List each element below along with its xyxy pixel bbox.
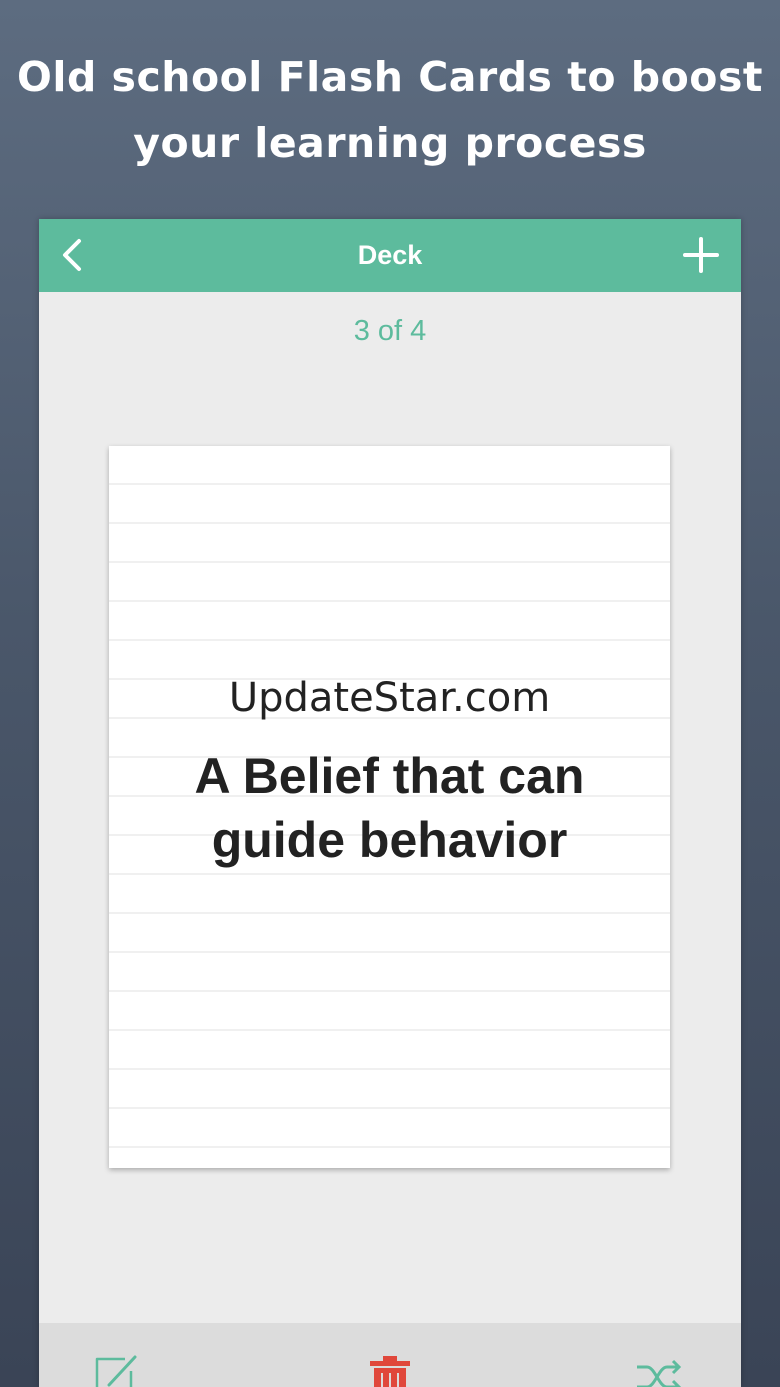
edit-icon bbox=[95, 1355, 137, 1387]
delete-card-button[interactable] bbox=[366, 1353, 414, 1387]
shuffle-button[interactable] bbox=[635, 1353, 683, 1387]
navigation-bar: Deck bbox=[39, 219, 741, 292]
chevron-left-icon bbox=[63, 239, 81, 271]
add-card-button[interactable] bbox=[679, 233, 723, 277]
flash-card[interactable]: UpdateStar.com A Belief that can guide b… bbox=[109, 446, 670, 1168]
promo-headline-line-2: your learning process bbox=[133, 119, 647, 167]
promo-headline: Old school Flash Cards to boost your lea… bbox=[0, 44, 780, 176]
nav-title: Deck bbox=[357, 240, 423, 270]
back-button[interactable] bbox=[53, 233, 97, 277]
card-text: A Belief that can guide behavior bbox=[194, 748, 585, 868]
edit-card-button[interactable] bbox=[91, 1353, 139, 1387]
bottom-toolbar bbox=[39, 1323, 741, 1387]
card-watermark: UpdateStar.com bbox=[228, 675, 551, 721]
card-counter: 3 of 4 bbox=[353, 315, 427, 347]
plus-icon bbox=[683, 237, 719, 273]
shuffle-icon bbox=[637, 1359, 682, 1387]
app-screen: Deck 3 of 4 UpdateStar.com A Belief that… bbox=[39, 219, 741, 1387]
trash-icon bbox=[370, 1356, 410, 1387]
promo-headline-line-1: Old school Flash Cards to boost bbox=[17, 53, 763, 101]
